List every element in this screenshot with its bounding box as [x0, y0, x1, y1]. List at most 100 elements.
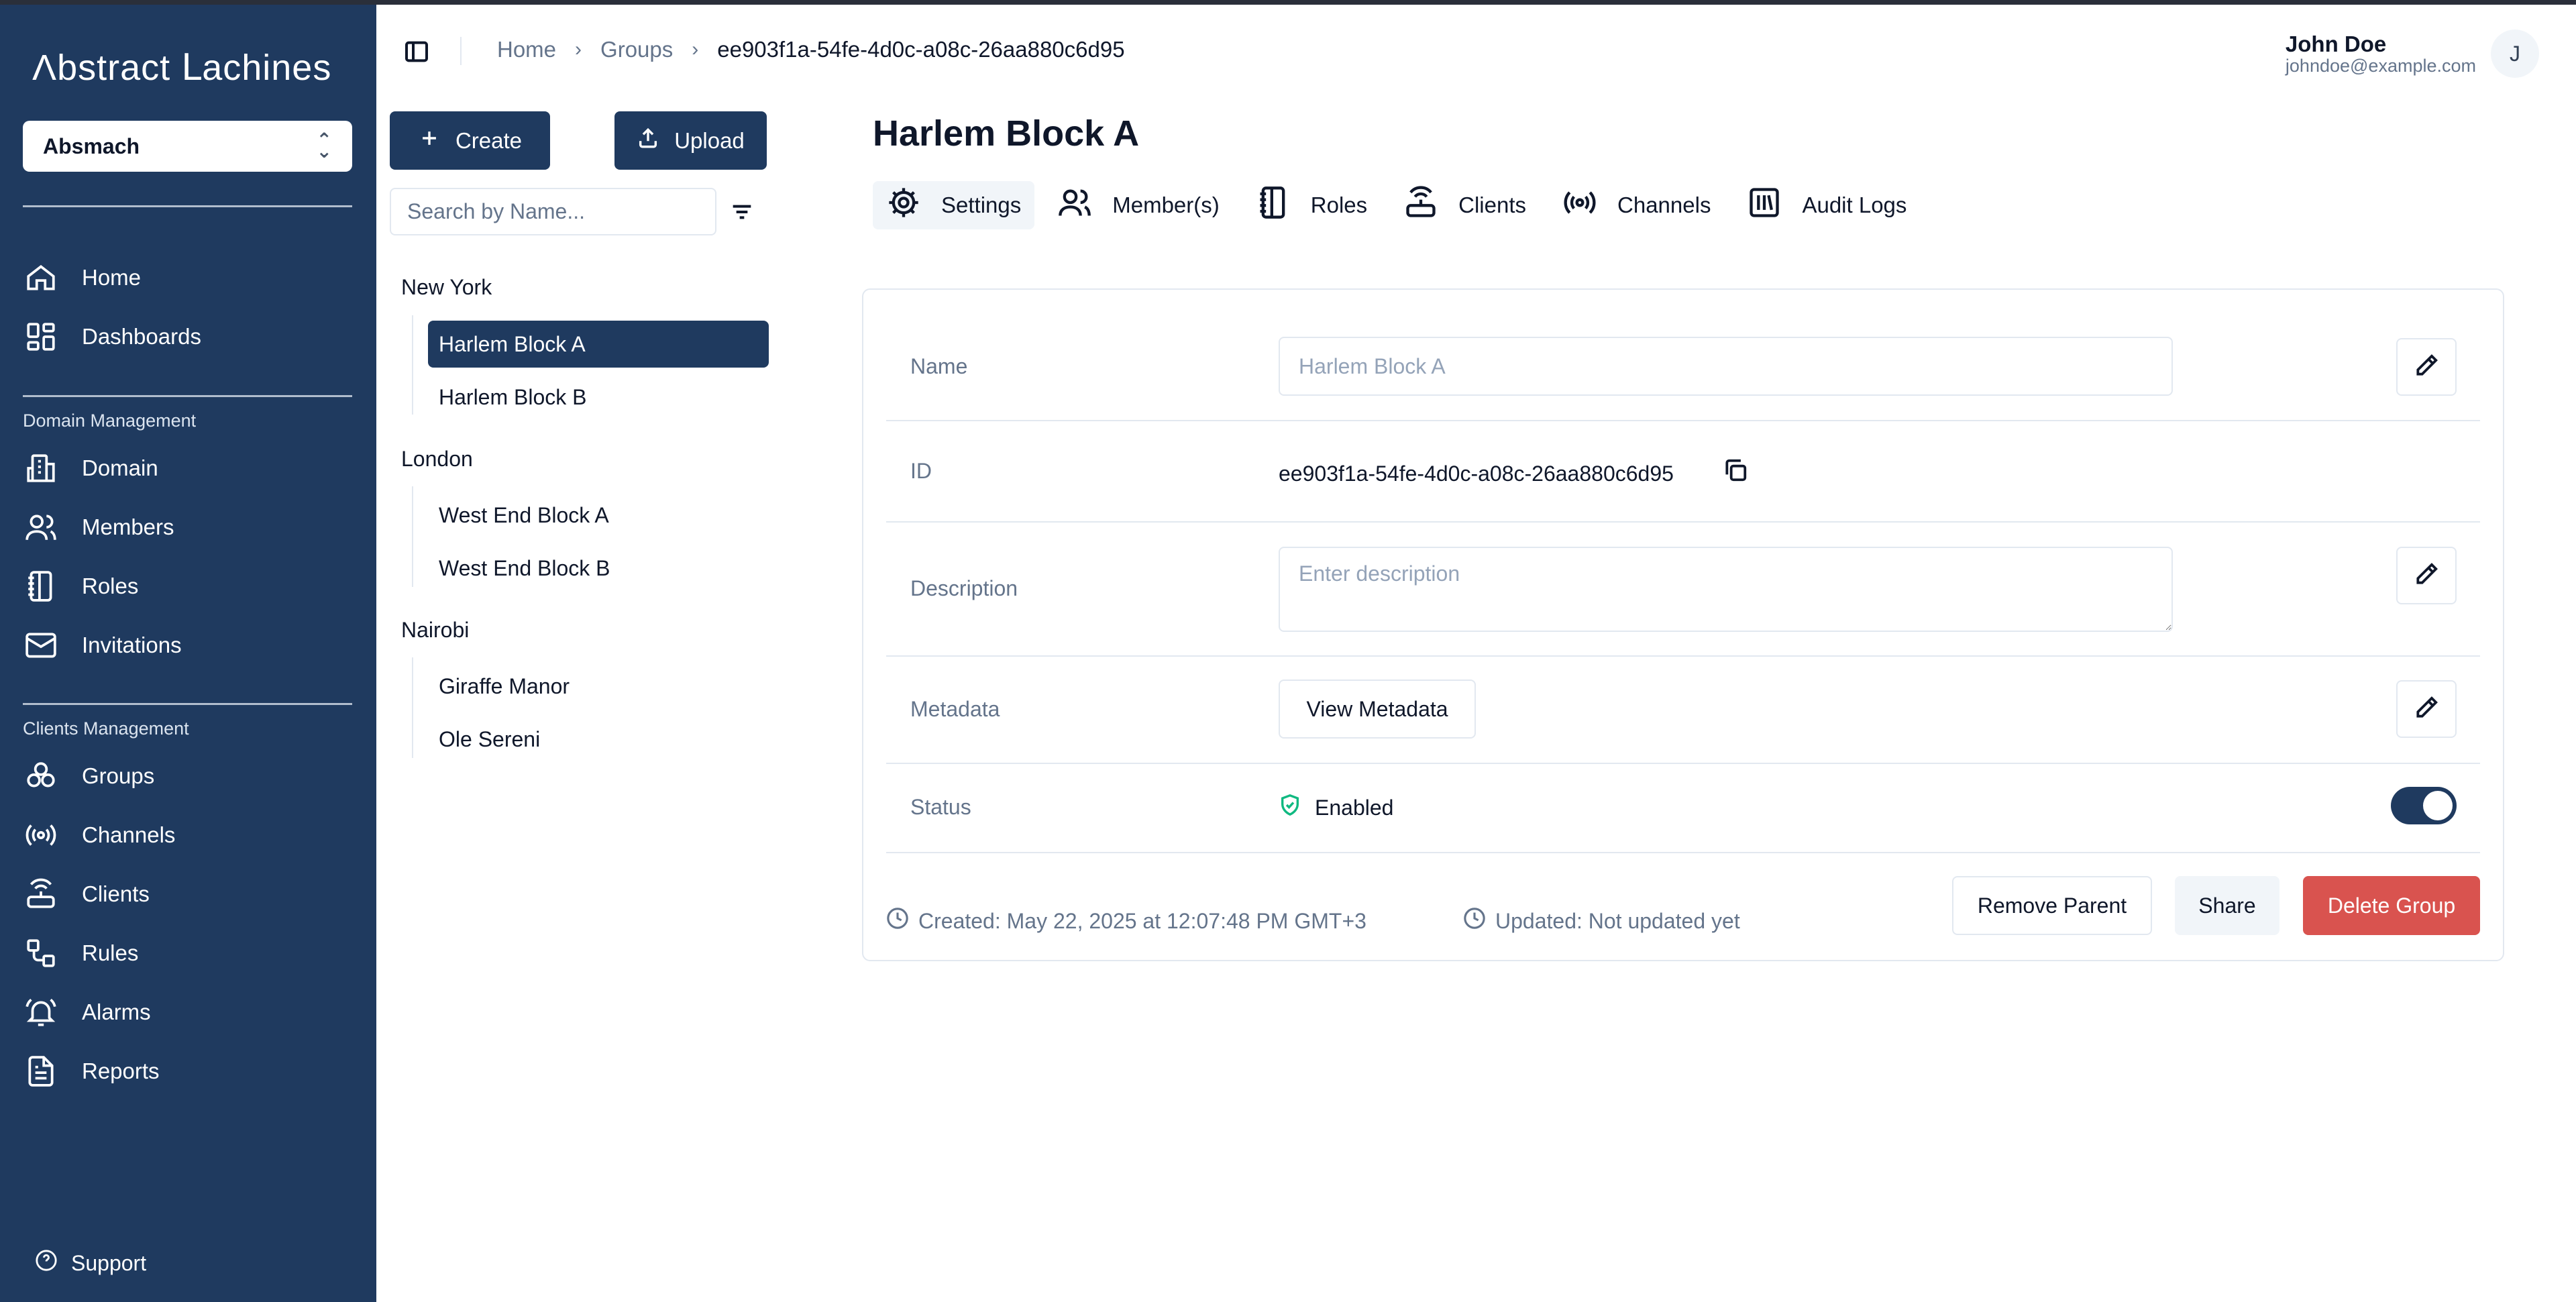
search-input[interactable] — [390, 188, 716, 235]
metadata-label: Metadata — [910, 697, 1000, 721]
sidebar-toggle-icon[interactable] — [403, 38, 430, 65]
tab-label: Channels — [1617, 193, 1711, 217]
tab-channels[interactable]: Channels — [1549, 181, 1724, 229]
app-logo: Λbstract Ⅼachines — [32, 48, 332, 88]
avatar[interactable]: J — [2491, 30, 2539, 78]
sidebar: Λbstract Ⅼachines Absmach ⌃ ⌄ Home Dashbo… — [0, 5, 376, 1302]
tab-members[interactable]: Member(s) — [1044, 181, 1233, 229]
edit-name-button[interactable] — [2396, 338, 2457, 396]
report-icon — [23, 1053, 59, 1089]
sidebar-item-invitations[interactable]: Invitations — [23, 622, 182, 669]
status-indicator: Enabled — [1279, 794, 1393, 822]
remove-parent-button[interactable]: Remove Parent — [1952, 876, 2152, 935]
library-icon — [1747, 185, 1782, 225]
upload-button[interactable]: Upload — [614, 111, 767, 170]
user-email: johndoe@example.com — [2285, 55, 2476, 76]
support-link[interactable]: Support — [35, 1249, 146, 1277]
tree-item-west-end-block-b[interactable]: West End Block B — [428, 545, 769, 592]
tree-item-ole-sereni[interactable]: Ole Sereni — [428, 716, 769, 763]
sidebar-item-label: Alarms — [82, 999, 151, 1024]
description-field[interactable] — [1279, 547, 2173, 632]
sidebar-divider — [23, 395, 352, 397]
chevron-right-icon: › — [692, 38, 699, 60]
id-label: ID — [910, 459, 932, 483]
sidebar-item-label: Reports — [82, 1059, 160, 1083]
edit-description-button[interactable] — [2396, 547, 2457, 604]
tab-clients[interactable]: Clients — [1390, 181, 1540, 229]
bell-icon — [23, 994, 59, 1030]
page-title: Harlem Block A — [873, 113, 1140, 154]
row-divider — [886, 763, 2480, 764]
sidebar-divider — [23, 205, 352, 207]
create-button[interactable]: Create — [390, 111, 550, 170]
sidebar-item-dashboards[interactable]: Dashboards — [23, 313, 201, 360]
tree-group-new-york[interactable]: New York — [401, 275, 492, 300]
copy-icon[interactable] — [1723, 457, 1748, 483]
row-divider — [886, 521, 2480, 523]
notebook-icon — [23, 568, 59, 604]
status-toggle[interactable] — [2391, 787, 2457, 824]
sidebar-item-roles[interactable]: Roles — [23, 563, 138, 610]
tree-item-west-end-block-a[interactable]: West End Block A — [428, 492, 769, 539]
workflow-icon — [23, 935, 59, 971]
sidebar-item-label: Rules — [82, 940, 139, 965]
sidebar-item-label: Groups — [82, 763, 155, 788]
row-divider — [886, 655, 2480, 657]
user-name: John Doe — [2285, 31, 2387, 56]
sidebar-item-label: Channels — [82, 822, 176, 847]
edit-metadata-button[interactable] — [2396, 680, 2457, 738]
tab-roles[interactable]: Roles — [1242, 181, 1381, 229]
support-label: Support — [71, 1250, 147, 1275]
top-bar: Home › Groups › ee903f1a-54fe-4d0c-a08c-… — [376, 5, 2576, 99]
filter-icon[interactable] — [729, 199, 755, 225]
updated-timestamp: Updated: Not updated yet — [1463, 907, 1740, 935]
tree-group-london[interactable]: London — [401, 447, 473, 472]
broadcast-icon — [1562, 185, 1597, 225]
sidebar-item-alarms[interactable]: Alarms — [23, 989, 151, 1036]
sidebar-item-members[interactable]: Members — [23, 504, 174, 551]
updated-text: Updated: Not updated yet — [1495, 908, 1740, 933]
tab-settings[interactable]: Settings — [873, 181, 1035, 229]
sidebar-item-label: Roles — [82, 574, 139, 598]
created-timestamp: Created: May 22, 2025 at 12:07:48 PM GMT… — [886, 907, 1366, 935]
home-icon — [23, 260, 59, 296]
tree-group-nairobi[interactable]: Nairobi — [401, 618, 469, 643]
name-field[interactable] — [1279, 337, 2173, 396]
broadcast-icon — [23, 817, 59, 853]
tab-label: Settings — [941, 193, 1022, 217]
share-button[interactable]: Share — [2175, 876, 2279, 935]
tree-item-giraffe-manor[interactable]: Giraffe Manor — [428, 663, 769, 710]
notebook-icon — [1256, 185, 1291, 225]
breadcrumb-groups[interactable]: Groups — [600, 37, 673, 62]
user-menu[interactable]: John Doe johndoe@example.com J — [2286, 30, 2539, 78]
view-metadata-button[interactable]: View Metadata — [1279, 680, 1476, 739]
tree-item-harlem-block-a[interactable]: Harlem Block A — [428, 321, 769, 368]
tree-connector — [412, 657, 413, 758]
sidebar-item-reports[interactable]: Reports — [23, 1048, 160, 1095]
tab-bar: Settings Member(s) Roles Clients Channel… — [873, 181, 1929, 229]
plus-icon — [418, 127, 441, 155]
sidebar-item-rules[interactable]: Rules — [23, 930, 138, 977]
sidebar-item-channels[interactable]: Channels — [23, 812, 175, 859]
chevron-right-icon: › — [575, 38, 582, 60]
sidebar-item-home[interactable]: Home — [23, 254, 141, 301]
sidebar-item-groups[interactable]: Groups — [23, 753, 154, 800]
breadcrumb: Home › Groups › ee903f1a-54fe-4d0c-a08c-… — [497, 37, 1125, 62]
topbar-separator — [460, 37, 462, 65]
sidebar-item-clients[interactable]: Clients — [23, 871, 150, 918]
breadcrumb-home[interactable]: Home — [497, 37, 556, 62]
sidebar-item-domain[interactable]: Domain — [23, 445, 158, 492]
tree-item-harlem-block-b[interactable]: Harlem Block B — [428, 374, 769, 421]
sidebar-item-label: Invitations — [82, 633, 182, 657]
section-title-clients: Clients Management — [23, 718, 189, 739]
shield-check-icon — [1279, 794, 1301, 822]
pencil-icon — [2414, 561, 2439, 590]
row-divider — [886, 420, 2480, 421]
domain-select[interactable]: Absmach ⌃ ⌄ — [23, 121, 352, 172]
id-value: ee903f1a-54fe-4d0c-a08c-26aa880c6d95 — [1279, 462, 1674, 486]
sidebar-divider — [23, 703, 352, 705]
tab-audit-logs[interactable]: Audit Logs — [1733, 181, 1920, 229]
upload-icon — [637, 127, 659, 155]
delete-group-button[interactable]: Delete Group — [2303, 876, 2480, 935]
users-icon — [1057, 185, 1092, 225]
